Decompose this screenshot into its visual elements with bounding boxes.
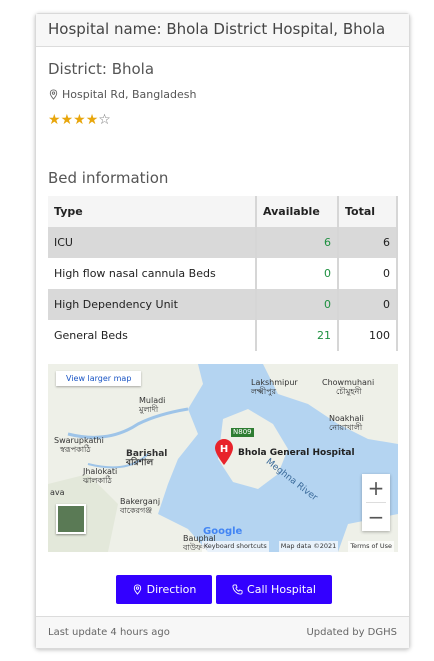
road-shield: N809 [231, 428, 254, 437]
phone-icon [232, 584, 243, 595]
col-available-header: Available [255, 196, 338, 227]
bed-available: 21 [255, 320, 338, 351]
bed-type: General Beds [54, 329, 128, 342]
google-logo: Google [203, 526, 243, 537]
svg-text:H: H [220, 444, 228, 455]
address-text: Hospital Rd, Bangladesh [62, 88, 197, 101]
view-larger-map-link[interactable]: View larger map [56, 371, 142, 386]
hospital-card: Hospital name: Bhola District Hospital, … [35, 13, 410, 649]
star-icon: ★ [85, 112, 99, 128]
place-label: Swarupkathi স্বরূপকাঠি [54, 436, 104, 454]
bed-table: Type Available Total ICU 6 6 High flow n… [48, 196, 398, 351]
location-pin-icon [49, 89, 58, 100]
pin-label: Bhola General Hospital [238, 448, 355, 458]
table-header-row: Type Available Total [48, 196, 398, 227]
location-pin-icon [133, 584, 141, 595]
table-row: General Beds 21 100 [48, 320, 398, 351]
direction-label: Direction [146, 583, 197, 596]
bed-info-heading: Bed information [48, 169, 169, 187]
bed-type: ICU [48, 227, 256, 258]
call-label: Call Hospital [247, 583, 316, 596]
bed-total: 100 [337, 320, 398, 351]
zoom-controls: + − [362, 474, 390, 531]
hospital-title: Hospital name: Bhola District Hospital, … [36, 14, 409, 47]
place-label: Barishal বরিশাল [126, 449, 168, 468]
star-icon: ★ [48, 112, 61, 128]
hospital-pin-icon[interactable]: H [215, 439, 233, 465]
bed-available: 0 [255, 289, 338, 320]
bed-available: 0 [255, 258, 338, 289]
place-label: Jhalokati ঝালকাঠি [83, 467, 118, 485]
place-label: Lakshmipur লক্ষ্মীপুর [251, 378, 298, 396]
place-label: Bakerganj বাকেরগঞ্জ [120, 497, 161, 515]
bed-type: High flow nasal cannula Beds [54, 267, 216, 280]
bed-total: 6 [337, 227, 398, 258]
place-label: Muladi মুলাদী [139, 396, 166, 414]
direction-button[interactable]: Direction [116, 575, 212, 604]
place-label: Chowmuhani চৌমুহনী [322, 378, 375, 396]
star-icon: ★ [60, 112, 74, 128]
col-type-header: Type [48, 196, 256, 227]
call-hospital-button[interactable]: Call Hospital [216, 575, 332, 604]
terms-link[interactable]: Terms of Use [348, 541, 394, 552]
embedded-map[interactable]: View larger map Lakshmipur লক্ষ্মীপুর Cho… [48, 364, 398, 552]
star-empty-icon: ☆ [98, 112, 111, 128]
star-icon: ★ [73, 112, 86, 128]
place-label: Noakhali নোয়াখালী [329, 414, 364, 432]
district-label: District: Bhola [48, 60, 155, 78]
col-total-header: Total [337, 196, 398, 227]
zoom-in-button[interactable]: + [362, 474, 390, 502]
table-row: High Dependency Unit 0 0 [48, 289, 398, 320]
table-row: ICU 6 6 [48, 227, 398, 258]
rating-stars: ★★★★☆ [48, 112, 111, 128]
table-row: High flow nasal cannula Beds 0 0 [48, 258, 398, 289]
updated-by: Updated by DGHS [306, 627, 397, 638]
bed-total: 0 [337, 258, 398, 289]
address: Hospital Rd, Bangladesh [48, 88, 197, 101]
last-update: Last update 4 hours ago [48, 627, 170, 638]
card-footer: Last update 4 hours ago Updated by DGHS [36, 616, 409, 648]
bed-available: 6 [255, 227, 338, 258]
map-data-label: Map data ©2021 [278, 541, 339, 552]
zoom-out-button[interactable]: − [362, 503, 390, 531]
place-label: ava [50, 488, 65, 497]
map-attribution: Keyboard shortcuts Map data ©2021 Terms … [48, 541, 398, 552]
keyboard-shortcuts-link[interactable]: Keyboard shortcuts [201, 541, 269, 552]
bed-total: 0 [337, 289, 398, 320]
bed-type: High Dependency Unit [48, 289, 256, 320]
satellite-toggle[interactable] [56, 504, 86, 534]
